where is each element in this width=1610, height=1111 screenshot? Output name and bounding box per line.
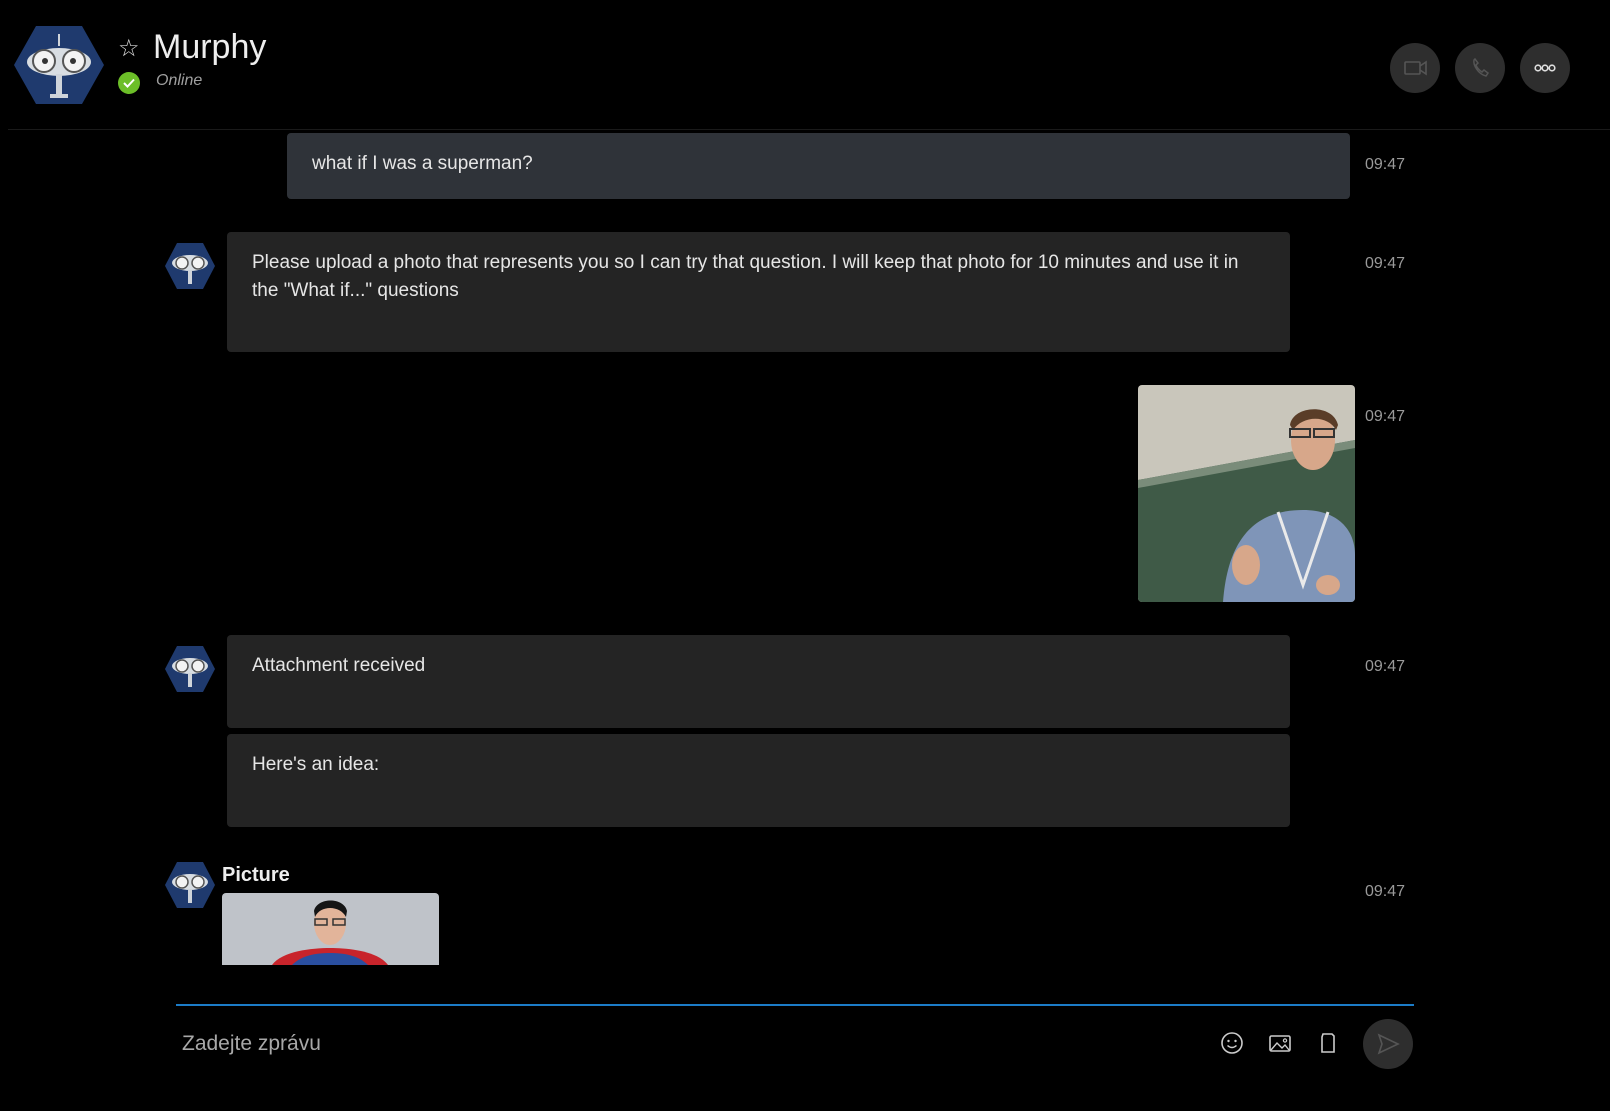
person-photo-image [1138, 385, 1355, 602]
image-attach-icon[interactable] [1265, 1028, 1295, 1058]
message-text: Please upload a photo that represents yo… [252, 252, 1239, 301]
message-time: 09:47 [1365, 408, 1406, 425]
more-options-button[interactable] [1520, 43, 1570, 93]
superman-picture-image [222, 893, 439, 965]
online-status-icon [118, 72, 140, 94]
chat-header: ☆ Murphy Online [8, 4, 1610, 130]
message-bubble-outgoing[interactable]: what if I was a superman? [287, 133, 1350, 199]
picture-label: Picture [222, 864, 290, 886]
message-time: 09:47 [1365, 156, 1406, 173]
contact-avatar[interactable] [14, 24, 104, 106]
message-time: 09:47 [1365, 883, 1406, 900]
video-call-button[interactable] [1390, 43, 1440, 93]
message-text: Here's an idea: [252, 754, 380, 775]
star-icon[interactable]: ☆ [118, 34, 140, 63]
bot-avatar[interactable] [165, 861, 215, 909]
send-icon [1377, 1033, 1400, 1055]
message-bubble-incoming[interactable]: Here's an idea: [227, 734, 1290, 827]
message-bubble-incoming[interactable]: Please upload a photo that represents yo… [227, 232, 1290, 352]
contact-status: Online [156, 72, 203, 89]
contact-name: Murphy [153, 28, 267, 66]
emoji-icon[interactable] [1217, 1028, 1247, 1058]
send-button[interactable] [1363, 1019, 1413, 1069]
video-call-icon [1404, 60, 1427, 76]
chat-window: ☆ Murphy Online what if I was a superman… [8, 4, 1610, 1111]
received-picture[interactable] [222, 893, 439, 965]
message-input[interactable] [176, 1024, 888, 1064]
message-time: 09:47 [1365, 658, 1406, 675]
message-text: Attachment received [252, 655, 426, 676]
file-attach-icon[interactable] [1313, 1028, 1343, 1058]
more-icon [1534, 64, 1556, 72]
message-time: 09:47 [1365, 255, 1406, 272]
bot-avatar[interactable] [165, 242, 215, 290]
message-bubble-incoming[interactable]: Attachment received [227, 635, 1290, 728]
phone-icon [1473, 57, 1490, 77]
sent-photo[interactable] [1138, 385, 1355, 602]
message-text: what if I was a superman? [312, 153, 533, 174]
bot-avatar[interactable] [165, 645, 215, 693]
voice-call-button[interactable] [1455, 43, 1505, 93]
composer-focus-line [176, 1004, 1414, 1006]
